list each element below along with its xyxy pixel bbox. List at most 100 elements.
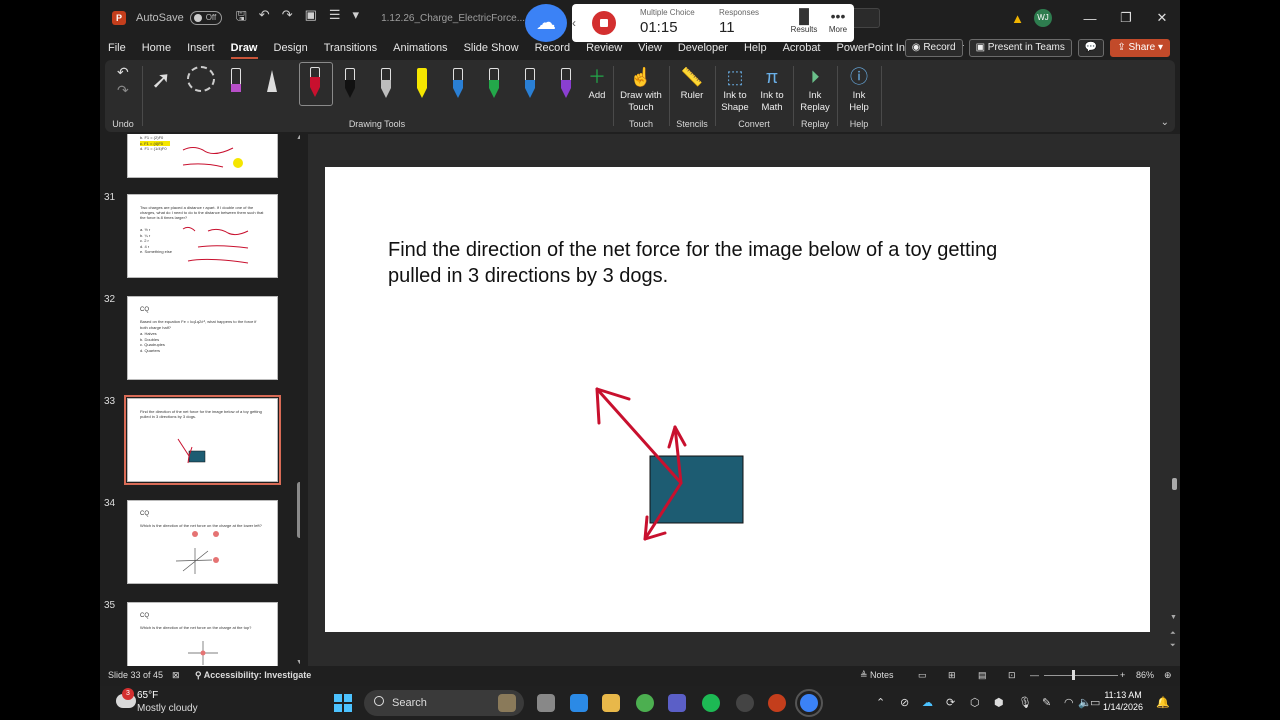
results-button[interactable]: ▐▌ Results	[788, 8, 820, 34]
more-button[interactable]: ••• More	[822, 8, 854, 34]
spotify-icon[interactable]	[702, 694, 720, 712]
ink-to-math-button[interactable]: π Ink to Math	[753, 64, 791, 114]
cloud-poll-icon[interactable]: ☁	[525, 4, 567, 42]
redo-ribbon-icon[interactable]: ↷	[117, 82, 129, 99]
present-icon[interactable]: ▣	[305, 7, 317, 29]
close-icon[interactable]: ✕	[1144, 10, 1180, 26]
user-avatar[interactable]: WJ	[1034, 9, 1052, 27]
tab-draw[interactable]: Draw	[223, 38, 266, 59]
stop-recording-icon[interactable]	[592, 11, 616, 35]
share-button[interactable]: ⇪ Share ▾	[1110, 39, 1170, 57]
zoom-slider[interactable]	[1044, 675, 1118, 676]
normal-view-icon[interactable]: ▭	[918, 670, 927, 681]
dropdown-icon[interactable]: ▾	[353, 7, 360, 29]
lasso-select-icon[interactable]	[187, 66, 215, 92]
network-off-icon[interactable]: ⊘	[900, 696, 909, 709]
scroll-up-icon[interactable]: ▲	[296, 134, 300, 141]
poll-everywhere-icon[interactable]	[795, 689, 823, 717]
file-explorer-icon[interactable]	[602, 694, 620, 712]
tab-design[interactable]: Design	[266, 38, 316, 58]
present-in-teams-button[interactable]: ▣ Present in Teams	[968, 39, 1072, 57]
undo-icon[interactable]: ↶	[259, 7, 270, 29]
next-slide-icon[interactable]: ⏷	[1170, 642, 1176, 650]
powerpoint-taskbar-icon[interactable]	[768, 694, 786, 712]
thumbnails-scrollbar[interactable]: ▲ ▼	[296, 134, 300, 666]
onedrive-icon[interactable]: ☁	[922, 696, 933, 709]
notes-button[interactable]: ≜ Notes	[860, 670, 894, 681]
slide-thumbnail-30[interactable]: b. F1 = (2)F0 c. F1 = (4)F0 d. F1 = (1/4…	[127, 134, 278, 178]
recorder-icon[interactable]	[736, 694, 754, 712]
restore-icon[interactable]: ❐	[1108, 10, 1144, 26]
collapse-ribbon-icon[interactable]: ⌄	[1161, 117, 1169, 128]
app-tray-icon[interactable]: ⬡	[970, 696, 980, 709]
weather-condition[interactable]: Mostly cloudy	[137, 703, 198, 714]
slide-thumbnail-34[interactable]: CQ Which is the direction of the net for…	[127, 500, 278, 584]
draw-with-touch-button[interactable]: ☝ Draw with Touch	[615, 64, 667, 114]
accessibility-status[interactable]: ⚲ Accessibility: Investigate	[195, 670, 311, 681]
tab-file[interactable]: File	[100, 38, 134, 58]
zoom-out-icon[interactable]: —	[1030, 670, 1039, 680]
comments-icon[interactable]: 💬	[1077, 39, 1105, 57]
pen-light-icon[interactable]	[263, 64, 281, 100]
slide-thumbnail-32[interactable]: CQ Based on the equation Fe = kq1q2/r², …	[127, 296, 278, 380]
pen-green-icon[interactable]	[485, 64, 503, 100]
show-hidden-icons[interactable]: ⌃	[876, 696, 885, 709]
zoom-level[interactable]: 86%	[1136, 670, 1154, 680]
edge-browser-icon[interactable]	[570, 694, 588, 712]
highlighter-yellow-icon[interactable]	[413, 64, 431, 100]
warning-icon[interactable]: ▲	[1011, 11, 1024, 26]
undo-ribbon-icon[interactable]: ↶	[117, 64, 129, 81]
tab-home[interactable]: Home	[134, 38, 179, 58]
redo-icon[interactable]: ↷	[282, 7, 293, 29]
chevron-left-icon[interactable]: ‹	[572, 16, 576, 30]
zoom-in-icon[interactable]: +	[1120, 670, 1125, 680]
zoom-slider-thumb[interactable]	[1072, 670, 1075, 680]
pen-black-icon[interactable]	[341, 64, 359, 100]
pen-red-selected-icon[interactable]	[299, 62, 333, 106]
pen-blue-2-icon[interactable]	[521, 64, 539, 100]
save-icon[interactable]: 🖫	[236, 7, 247, 29]
system-clock[interactable]: 11:13 AM 1/14/2026	[1103, 689, 1143, 713]
scroll-thumb[interactable]	[1172, 478, 1177, 490]
ink-help-button[interactable]: ⓘ Ink Help	[839, 64, 879, 114]
ink-to-shape-button[interactable]: ⬚ Ink to Shape	[717, 64, 753, 114]
scroll-down-icon[interactable]: ▼	[296, 659, 300, 666]
prev-slide-icon[interactable]: ⏶	[1170, 630, 1176, 638]
teams-icon[interactable]	[668, 694, 686, 712]
ink-replay-button[interactable]: ⏵ Ink Replay	[795, 64, 835, 114]
slide-thumbnail-33[interactable]: Find the direction of the net force for …	[124, 395, 281, 485]
slide-sorter-icon[interactable]: ⊞	[948, 670, 956, 681]
add-pen-button[interactable]: ＋ Add	[583, 64, 611, 102]
security-icon[interactable]: ⬢	[994, 696, 1004, 709]
pencil-gray-icon[interactable]	[377, 64, 395, 100]
thumbnails-scroll-thumb[interactable]	[297, 482, 300, 538]
slideshow-view-icon[interactable]: ⊡	[1008, 670, 1016, 681]
record-button[interactable]: ◉ Record	[904, 39, 963, 57]
wifi-icon[interactable]: ◠	[1064, 696, 1074, 709]
fit-to-window-icon[interactable]: ⊕	[1164, 670, 1172, 681]
pen-tray-icon[interactable]: ✎	[1042, 696, 1051, 709]
chrome-icon[interactable]	[636, 694, 654, 712]
slide-thumbnail-31[interactable]: Two charges are placed a distance r apar…	[127, 194, 278, 278]
tab-animations[interactable]: Animations	[385, 38, 455, 58]
notification-bell-icon[interactable]: 🔔	[1156, 696, 1170, 709]
pen-purple-icon[interactable]	[557, 64, 575, 100]
bullets-icon[interactable]: ☰	[329, 7, 341, 29]
task-view-icon[interactable]	[537, 694, 555, 712]
taskbar-widget-icon[interactable]	[498, 694, 516, 712]
slide-scrollbar[interactable]: ▼ ⏶ ⏷	[1170, 134, 1180, 666]
tab-transitions[interactable]: Transitions	[316, 38, 385, 58]
windows-start-icon[interactable]	[334, 694, 352, 712]
spelling-icon[interactable]: ⊠	[172, 670, 180, 681]
tab-insert[interactable]: Insert	[179, 38, 223, 58]
autosave-toggle[interactable]: Off	[189, 11, 222, 25]
pen-blue-icon[interactable]	[449, 64, 467, 100]
eraser-pen-icon[interactable]	[227, 64, 245, 100]
battery-icon[interactable]: ▭	[1090, 696, 1100, 709]
minimize-icon[interactable]: —	[1072, 11, 1108, 26]
current-slide[interactable]: Find the direction of the net force for …	[325, 167, 1150, 632]
tab-slide-show[interactable]: Slide Show	[456, 38, 527, 58]
slide-thumbnail-35[interactable]: CQ Which is the direction of the net for…	[127, 602, 278, 666]
microphone-icon[interactable]: 🎙	[1018, 696, 1032, 709]
sync-icon[interactable]: ⟳	[946, 696, 955, 709]
